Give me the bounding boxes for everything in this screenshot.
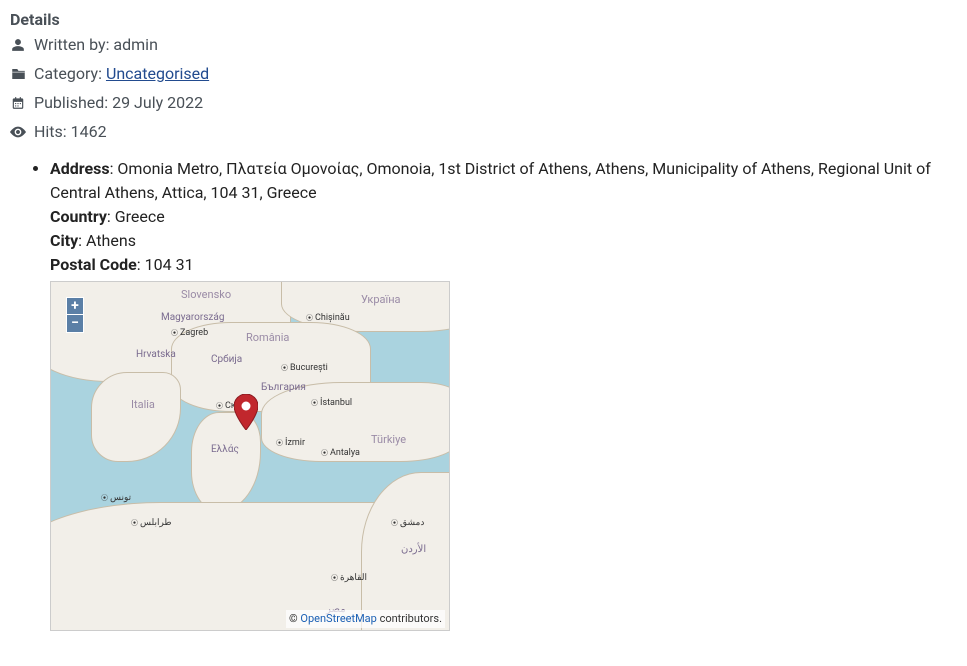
map-city: طرابلس [131, 517, 172, 531]
map-marker-icon [234, 394, 258, 437]
category-link[interactable]: Uncategorised [106, 64, 209, 83]
map-city: Antalya [321, 447, 360, 461]
published-text: Published: 29 July 2022 [34, 93, 203, 112]
meta-written-by: Written by: admin [10, 35, 957, 54]
country-label: Country [50, 207, 107, 226]
map-city: Zagreb [171, 327, 208, 341]
map-city: Chișinău [306, 312, 350, 326]
content-list: Address: Omonia Metro, Πλατεία Ομονοίας,… [10, 157, 957, 631]
city-value: : Athens [78, 231, 136, 250]
map-city: İzmir [276, 437, 305, 451]
map-city: دمشق [391, 517, 424, 531]
map-label: Ελλάς [211, 442, 239, 457]
map-city: București [281, 362, 328, 376]
map-label: Türkiye [371, 432, 406, 449]
map-attribution: © OpenStreetMap contributors. [286, 610, 445, 629]
attribution-suffix: contributors. [377, 612, 442, 625]
postal-value: : 104 31 [137, 255, 194, 274]
map-label: România [246, 330, 289, 347]
map-label: Slovensko [181, 287, 231, 304]
hits-text: Hits: 1462 [34, 122, 107, 141]
zoom-controls: + − [66, 297, 84, 333]
map-label: Magyarország [161, 310, 224, 325]
folder-icon [10, 67, 26, 81]
map-label: Україна [361, 292, 401, 309]
meta-published: Published: 29 July 2022 [10, 93, 957, 112]
list-item: Address: Omonia Metro, Πλατεία Ομονοίας,… [50, 157, 957, 631]
map-city: تونس [101, 492, 131, 506]
map-label: Hrvatska [136, 347, 176, 362]
osm-link[interactable]: OpenStreetMap [300, 612, 376, 625]
details-heading: Details [10, 10, 957, 29]
country-value: : Greece [107, 207, 165, 226]
meta-hits: Hits: 1462 [10, 122, 957, 141]
postal-label: Postal Code [50, 255, 137, 274]
calendar-icon [10, 96, 26, 110]
address-value: : Omonia Metro, Πλατεία Ομονοίας, Omonoi… [50, 159, 931, 202]
eye-icon [10, 126, 26, 138]
written-by-text: Written by: admin [34, 35, 158, 54]
map-city: İstanbul [311, 397, 352, 411]
city-label: City [50, 231, 78, 250]
map-container[interactable]: Slovensko Україна Magyarország Chișinău … [50, 281, 450, 631]
zoom-out-button[interactable]: − [66, 315, 84, 333]
zoom-in-button[interactable]: + [66, 297, 84, 315]
map-label: Italia [131, 397, 155, 414]
category-label: Category: [34, 64, 102, 83]
attribution-prefix: © [289, 612, 300, 625]
user-icon [10, 38, 26, 52]
meta-category: Category: Uncategorised [10, 64, 957, 83]
address-label: Address [50, 159, 110, 178]
map-label: България [261, 380, 306, 395]
map-city: القاهرة [331, 572, 367, 586]
map-label: الأردن [401, 542, 426, 557]
map-label: Србија [211, 352, 242, 367]
